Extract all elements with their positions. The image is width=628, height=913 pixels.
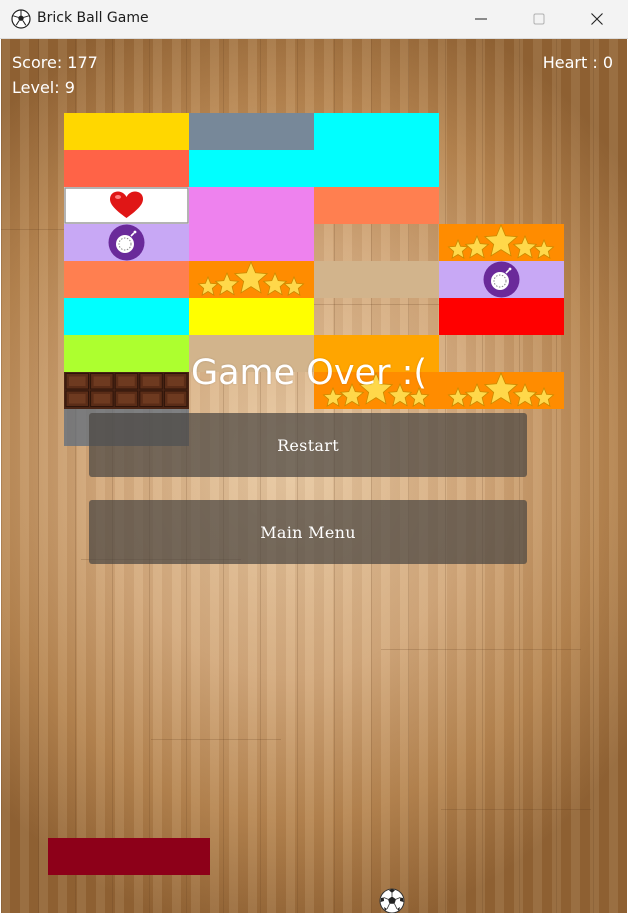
close-icon (591, 13, 603, 25)
brick (314, 113, 439, 150)
restart-button[interactable]: Restart (89, 413, 527, 477)
game-board[interactable]: Score: 177 Level: 9 Heart : 0 Game Over … (1, 39, 627, 913)
brick (439, 224, 564, 261)
game-over-message: Game Over :( (190, 353, 428, 393)
soccer-ball-icon (11, 9, 31, 29)
brick (189, 113, 314, 150)
brick (189, 187, 314, 224)
brick (64, 150, 189, 187)
close-button[interactable] (568, 0, 626, 38)
maximize-icon (533, 13, 545, 25)
maximize-button[interactable] (510, 0, 568, 38)
brick (314, 187, 439, 224)
main-menu-button[interactable]: Main Menu (89, 500, 527, 564)
brick (64, 224, 189, 261)
heart-count-label: Heart : 0 (542, 53, 613, 72)
brick (64, 113, 189, 150)
brick (439, 261, 564, 298)
brick (439, 298, 564, 335)
level-label: Level: 9 (12, 78, 75, 97)
brick (314, 150, 439, 187)
score-label: Score: 177 (12, 53, 98, 72)
brick (64, 187, 189, 224)
brick (64, 298, 189, 335)
brick (314, 261, 439, 298)
brick (189, 150, 314, 187)
window-title: Brick Ball Game (37, 10, 149, 26)
ball (379, 888, 405, 913)
paddle[interactable] (48, 838, 210, 875)
minimize-button[interactable] (452, 0, 510, 38)
brick (64, 261, 189, 298)
minimize-icon (475, 18, 487, 20)
brick (189, 224, 314, 261)
title-bar: Brick Ball Game (0, 0, 628, 39)
brick (189, 298, 314, 335)
brick (189, 261, 314, 298)
